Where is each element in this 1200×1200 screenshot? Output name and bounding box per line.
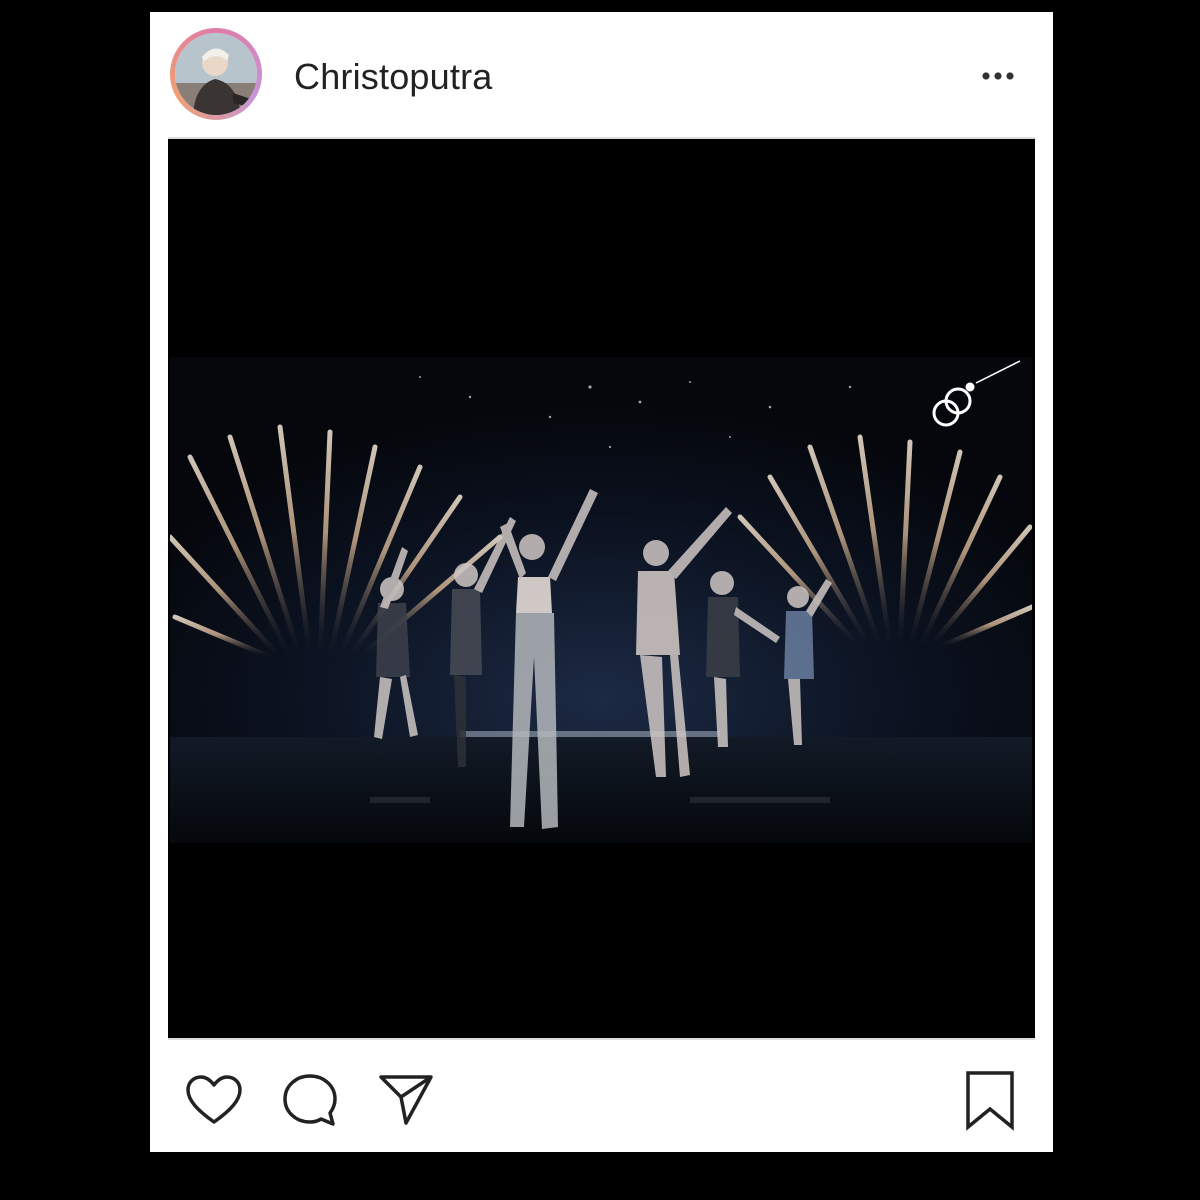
post-card: Christoputra — [150, 12, 1053, 1152]
paper-plane-icon — [379, 1075, 433, 1125]
post-media[interactable] — [168, 137, 1035, 1040]
post-header: Christoputra — [150, 12, 1053, 137]
avatar-image — [175, 33, 257, 115]
more-options-button[interactable] — [976, 64, 1020, 88]
like-button[interactable] — [184, 1070, 244, 1130]
username[interactable]: Christoputra — [294, 56, 492, 98]
heart-icon — [186, 1075, 242, 1124]
comment-button[interactable] — [280, 1070, 340, 1130]
more-horizontal-icon — [982, 72, 1014, 80]
action-bar — [150, 1052, 1053, 1152]
avatar[interactable] — [170, 28, 262, 120]
bookmark-icon — [966, 1071, 1014, 1131]
video-frame[interactable] — [168, 357, 1035, 843]
share-button[interactable] — [376, 1070, 436, 1130]
save-button[interactable] — [960, 1070, 1020, 1131]
comment-bubble-icon — [283, 1074, 337, 1126]
